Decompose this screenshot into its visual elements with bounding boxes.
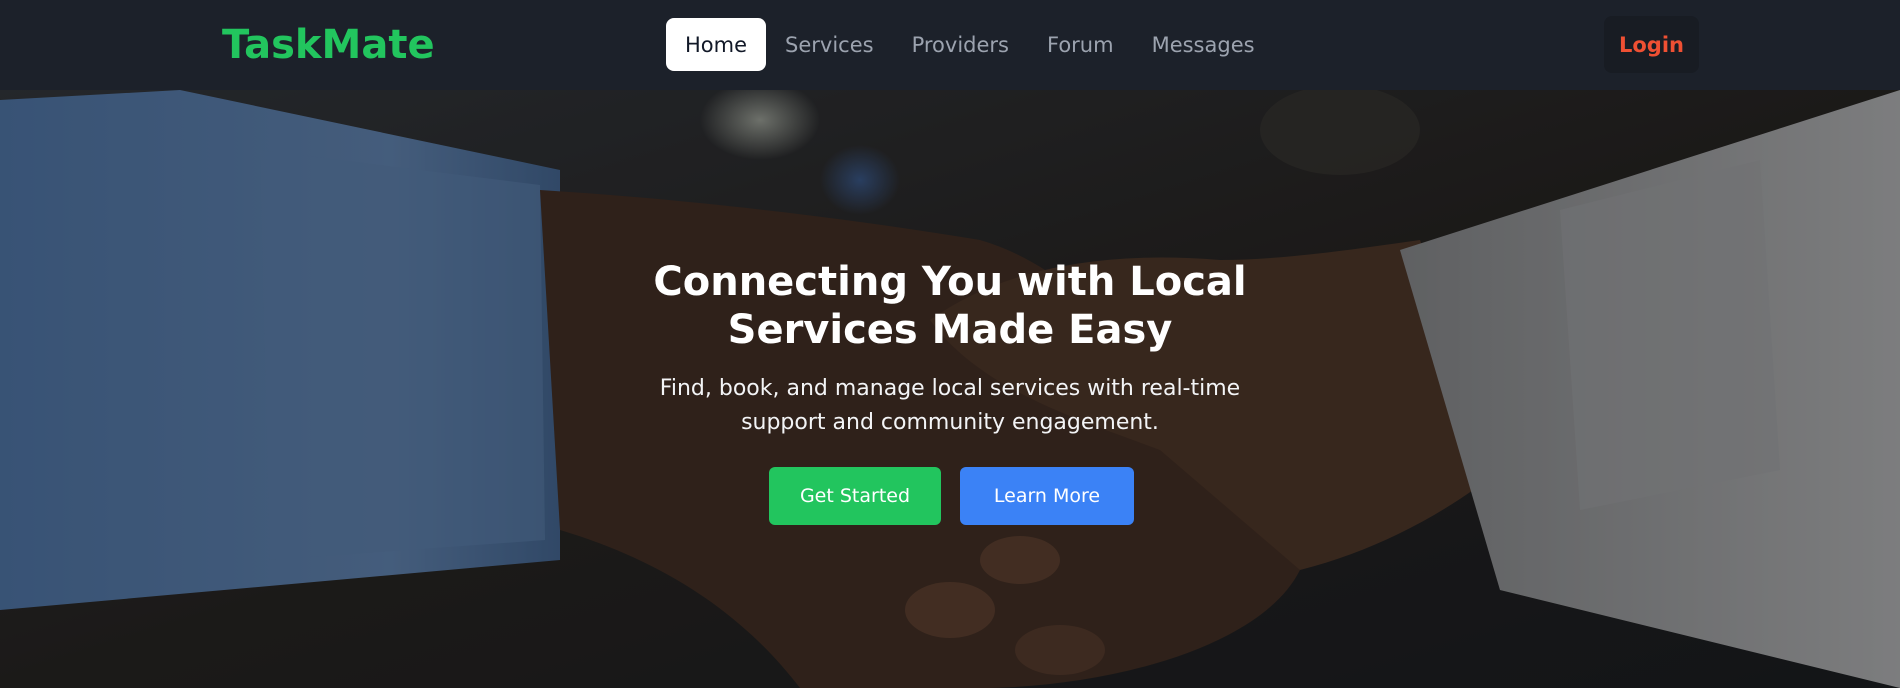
- learn-more-button[interactable]: Learn More: [960, 467, 1134, 525]
- nav-item-home[interactable]: Home: [666, 18, 767, 71]
- hero-content: Connecting You with Local Services Made …: [0, 90, 1900, 688]
- get-started-button[interactable]: Get Started: [769, 467, 941, 525]
- hero-title: Connecting You with Local Services Made …: [653, 259, 1247, 353]
- hero-subtitle: Find, book, and manage local services wi…: [659, 376, 1241, 435]
- nav-item-providers[interactable]: Providers: [893, 18, 1028, 71]
- login-button[interactable]: Login: [1604, 16, 1699, 73]
- nav-item-forum[interactable]: Forum: [1028, 18, 1133, 71]
- top-navbar: TaskMate Home Services Providers Forum M…: [0, 0, 1900, 90]
- nav-item-services[interactable]: Services: [766, 18, 893, 71]
- brand-logo[interactable]: TaskMate: [222, 22, 435, 68]
- nav-item-messages[interactable]: Messages: [1133, 18, 1274, 71]
- hero-section: Connecting You with Local Services Made …: [0, 90, 1900, 688]
- main-nav: Home Services Providers Forum Messages: [666, 18, 1274, 71]
